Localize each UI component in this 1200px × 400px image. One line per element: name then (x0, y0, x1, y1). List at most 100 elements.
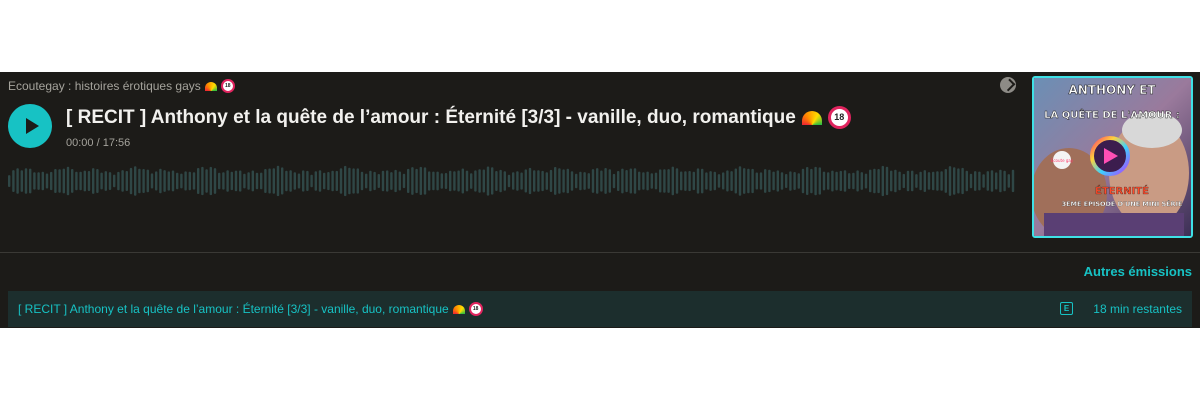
waveform-bar (96, 169, 99, 193)
waveform-bar (911, 170, 914, 192)
waveform-bar (251, 170, 254, 192)
waveform-bar (810, 168, 813, 194)
waveform-bar (272, 168, 275, 194)
episode-row-title: [ RECIT ] Anthony et la quête de l’amour… (18, 291, 483, 327)
waveform-bar (297, 173, 301, 189)
waveform-bar (470, 173, 473, 189)
waveform-bar (281, 167, 284, 195)
waveform-bar (54, 169, 57, 193)
waveform-bar (394, 169, 397, 193)
waveform-bar (1011, 169, 1015, 193)
waveform-bar (226, 170, 229, 192)
waveform-bar (751, 168, 754, 194)
waveform-bar (793, 172, 796, 190)
waveform-bar (449, 170, 452, 192)
waveform-bar (890, 170, 893, 192)
waveform-bar (419, 166, 422, 195)
waveform-bar (184, 171, 187, 191)
waveform-bar (100, 172, 103, 190)
waveform-bar (159, 168, 162, 194)
waveform-bar (356, 168, 359, 194)
show-title-text: Ecoutegay : histoires érotiques gays (8, 79, 201, 93)
waveform-bar (990, 170, 994, 192)
waveform-bar (541, 170, 544, 192)
waveform-bar (600, 170, 603, 192)
waveform-bar (873, 168, 876, 194)
play-button[interactable] (8, 104, 52, 148)
waveform-bar (1003, 170, 1006, 192)
waveform-bar (722, 172, 725, 190)
waveform-bar (138, 168, 141, 194)
waveform-bar (428, 171, 431, 191)
waveform-bar (591, 169, 595, 193)
waveform-bar (797, 173, 800, 189)
waveform-bar (881, 165, 884, 197)
waveform-bar (365, 173, 368, 189)
waveform-bar (533, 170, 536, 192)
waveform-bar (688, 171, 691, 192)
waveform-bar (373, 171, 376, 191)
waveform-bar (999, 169, 1002, 193)
waveform-bar (986, 171, 989, 191)
waveform-bar (566, 168, 569, 194)
waveform-bar (650, 173, 653, 189)
waveform-bar (936, 171, 939, 191)
waveform-bar (675, 168, 679, 194)
waveform-bar (894, 169, 897, 193)
waveform-bar (633, 168, 637, 194)
waveform-bar (440, 173, 443, 189)
waveform-bar (558, 168, 561, 194)
waveform-bar (919, 171, 922, 191)
waveform-bar (860, 172, 863, 190)
waveform-bar (512, 172, 515, 190)
waveform-bar (789, 171, 792, 191)
waveform-bar (646, 171, 649, 191)
waveform-bar (764, 169, 767, 193)
waveform-bar (932, 171, 935, 191)
waveform-bar (827, 172, 830, 190)
waveform-bar (323, 172, 326, 190)
waveform-bar (839, 170, 842, 191)
waveform-bar (247, 172, 250, 190)
episode-row-title-text: [ RECIT ] Anthony et la quête de l’amour… (18, 302, 449, 316)
no-under-18-icon: 18 (220, 79, 235, 93)
waveform-bar (856, 170, 859, 192)
waveform-bar (415, 168, 418, 194)
waveform-bar (335, 170, 338, 191)
no-under-18-icon: 18 (827, 106, 851, 129)
waveform-bar (83, 170, 86, 192)
waveform-bar (629, 168, 632, 194)
waveform-bar (62, 168, 65, 194)
time-remaining: 18 min restantes (1093, 302, 1182, 316)
waveform-bar (772, 171, 775, 191)
other-shows-link[interactable]: Autres émissions (1084, 264, 1192, 279)
playback-time: 00:00 / 17:56 (66, 137, 130, 149)
episode-title: [ RECIT ] Anthony et la quête de l’amour… (66, 106, 851, 129)
waveform-bar (92, 168, 95, 194)
cover-line4: 3EME EPISODE D'UNE MINI SÉRIE (1062, 199, 1183, 208)
episode-list-item[interactable]: [ RECIT ] Anthony et la quête de l’amour… (8, 291, 1192, 327)
waveform-bar (50, 171, 53, 191)
waveform-bar (965, 170, 968, 192)
waveform-bar (87, 171, 91, 191)
waveform-bar (331, 170, 334, 192)
waveform-bar (520, 172, 523, 190)
explicit-badge: E (1060, 302, 1073, 315)
waveform-seekbar[interactable] (8, 164, 1018, 198)
show-title: Ecoutegay : histoires érotiques gays 18 (8, 78, 235, 94)
waveform-bar (843, 170, 847, 192)
waveform-bar (71, 169, 74, 193)
waveform-bar (239, 170, 242, 192)
waveform-bar (41, 171, 44, 191)
episode-cover-art[interactable]: ANTHONY ET LA QUÊTE DE L'AMOUR : ÉTERNIT… (1032, 76, 1193, 238)
waveform-bar (978, 171, 981, 191)
waveform-bar (113, 174, 116, 188)
waveform-bar (587, 173, 590, 189)
waveform-bar (923, 170, 926, 192)
waveform-bar (310, 174, 313, 188)
waveform-bar (134, 166, 137, 196)
waveform-bar (982, 174, 985, 188)
time-separator: / (93, 137, 103, 149)
share-icon[interactable] (1000, 77, 1016, 93)
cover-line2: LA QUÊTE DE L'AMOUR : (1044, 108, 1180, 121)
